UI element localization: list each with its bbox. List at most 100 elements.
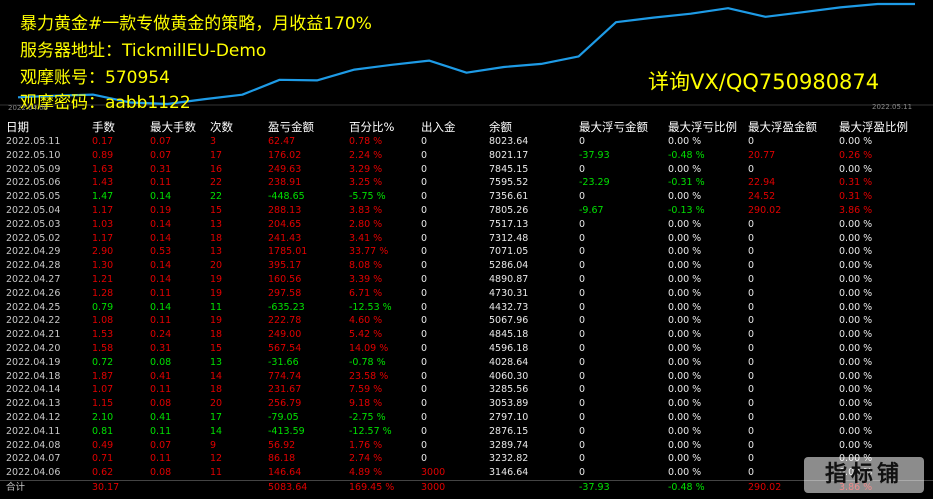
table-cell: 2022.04.28 — [6, 260, 61, 272]
table-cell: 0 — [579, 384, 586, 396]
table-cell: 0.26 % — [839, 149, 873, 161]
table-cell: 0 — [421, 370, 428, 382]
table-cell: 0.00 % — [668, 136, 702, 147]
table-cell: 7595.52 — [489, 177, 529, 189]
table-cell: 2022.05.04 — [6, 204, 61, 216]
table-cell: 0.00 % — [839, 301, 873, 313]
table-cell: 0 — [748, 232, 755, 244]
table-cell: 3.25 % — [349, 177, 383, 189]
column-header: 百分比% — [349, 119, 395, 134]
table-cell: 2022.04.13 — [6, 398, 61, 410]
server-address: 服务器地址：TickmillEU-Demo — [20, 41, 267, 61]
column-header: 最大手数 — [150, 119, 196, 134]
table-cell: 1.17 — [92, 232, 114, 244]
table-cell: 256.79 — [268, 398, 302, 410]
table-cell: 62.47 — [268, 136, 296, 147]
table-cell: 0.00 % — [839, 356, 873, 368]
table-cell: -635.23 — [268, 301, 305, 313]
table-cell: 0 — [579, 356, 586, 368]
table-cell: 249.00 — [268, 329, 302, 341]
table-cell: 3 — [210, 136, 217, 147]
table-cell: 0.00 % — [668, 301, 702, 313]
table-cell: 7312.48 — [489, 232, 529, 244]
table-cell: 9 — [210, 439, 217, 451]
table-cell: 0 — [579, 342, 586, 354]
table-cell: 0.00 % — [668, 273, 702, 285]
table-cell: 8023.64 — [489, 136, 529, 147]
table-cell: 0 — [421, 439, 428, 451]
table-row: 2022.04.21 1.53 0.24 18 249.00 5.42 % 0 4845.18… — [0, 328, 933, 342]
table-cell: 3053.89 — [489, 398, 529, 410]
table-cell: 1.58 — [92, 342, 114, 354]
chart-end-date: 2022.05.11 — [872, 103, 913, 111]
table-cell: 0 — [421, 218, 428, 230]
table-cell: 56.92 — [268, 439, 296, 451]
total-cell — [483, 479, 573, 495]
table-cell: -0.31 % — [668, 177, 705, 189]
table-cell: -448.65 — [268, 191, 305, 203]
table-cell: 2022.04.29 — [6, 246, 61, 258]
table-row: 2022.04.25 0.79 0.14 11 -635.23 -12.53 % 0 4432… — [0, 301, 933, 315]
table-cell: 7.59 % — [349, 384, 383, 396]
table-cell: 0 — [579, 453, 586, 465]
table-cell: 0.00 % — [668, 370, 702, 382]
table-row: 2022.04.06 0.62 0.08 11 146.64 4.89 % 3000 3146… — [0, 466, 933, 480]
table-cell: 0 — [579, 232, 586, 244]
table-cell: 1.63 — [92, 163, 114, 175]
table-cell: 1.03 — [92, 218, 114, 230]
table-cell: 0 — [579, 287, 586, 299]
table-cell: 0.49 — [92, 439, 114, 451]
table-row: 2022.04.22 1.08 0.11 19 222.78 4.60 % 0 5067.96… — [0, 314, 933, 328]
table-cell: 0 — [579, 136, 586, 147]
table-cell: 0 — [421, 315, 428, 327]
table-cell: 0 — [748, 342, 755, 354]
table-cell: 15 — [210, 204, 223, 216]
table-cell: 0 — [421, 260, 428, 272]
total-cell: 合计 — [0, 479, 86, 495]
total-cell: -0.48 % — [662, 479, 742, 495]
table-cell: 0 — [579, 218, 586, 230]
table-cell: 1.17 — [92, 204, 114, 216]
table-cell: 1.07 — [92, 384, 114, 396]
table-cell: 0.00 % — [668, 246, 702, 258]
table-cell: 0.72 — [92, 356, 114, 368]
table-cell: 0.00 % — [668, 356, 702, 368]
total-cell — [144, 479, 204, 495]
table-row: 2022.04.18 1.87 0.41 14 774.74 23.58 % 0 4060.3… — [0, 370, 933, 384]
table-cell: 4845.18 — [489, 329, 529, 341]
table-cell: 2022.04.08 — [6, 439, 61, 451]
table-cell: 0.00 % — [839, 411, 873, 423]
table-cell: 23.58 % — [349, 370, 389, 382]
table-cell: 2022.04.06 — [6, 467, 61, 479]
table-cell: 12 — [210, 453, 223, 465]
table-cell: 13 — [210, 218, 223, 230]
table-row: 2022.05.09 1.63 0.31 16 249.63 3.29 % 0 7845.15… — [0, 163, 933, 177]
table-cell: -37.93 — [579, 149, 610, 161]
table-cell: -12.53 % — [349, 301, 392, 313]
table-cell: 0.17 — [92, 136, 114, 147]
watermark-logo: 指标铺 — [804, 457, 924, 493]
table-cell: 0.11 — [150, 384, 172, 396]
table-cell: 22 — [210, 177, 223, 189]
column-header: 最大浮盈金额 — [748, 119, 817, 134]
table-cell: 0.00 % — [839, 439, 873, 451]
table-row: 2022.04.27 1.21 0.14 19 160.56 3.39 % 0 4890.87… — [0, 273, 933, 287]
table-cell: 0.14 — [150, 260, 172, 272]
table-cell: -0.78 % — [349, 356, 386, 368]
contact-info: 详询VX/QQ750980874 — [648, 70, 880, 94]
table-cell: -2.75 % — [349, 411, 386, 423]
table-cell: 4.89 % — [349, 467, 383, 479]
table-cell: 2022.05.05 — [6, 191, 61, 203]
table-cell: 22.94 — [748, 177, 776, 189]
table-cell: 2022.05.10 — [6, 149, 61, 161]
table-cell: 18 — [210, 384, 223, 396]
table-cell: 0.07 — [150, 149, 172, 161]
table-cell: -5.75 % — [349, 191, 386, 203]
column-header: 日期 — [6, 119, 29, 134]
table-cell: 774.74 — [268, 370, 302, 382]
table-cell: 0 — [748, 301, 755, 313]
table-cell: 13 — [210, 246, 223, 258]
table-cell: 0.14 — [150, 232, 172, 244]
table-row: 2022.05.06 1.43 0.11 22 238.91 3.25 % 0 7595.52… — [0, 176, 933, 190]
table-cell: 4432.73 — [489, 301, 529, 313]
